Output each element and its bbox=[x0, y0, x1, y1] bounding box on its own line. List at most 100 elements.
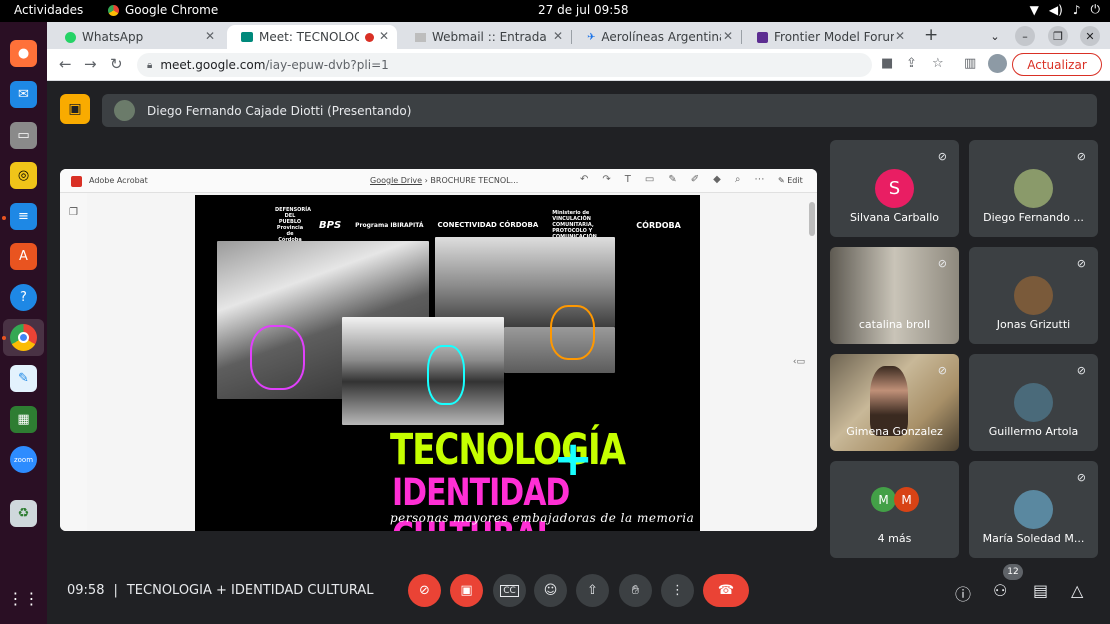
acrobat-sidebar: ❐ bbox=[60, 193, 87, 531]
new-tab-button[interactable]: + bbox=[924, 25, 938, 45]
text-editor-icon[interactable]: ✎ bbox=[10, 365, 37, 392]
apps-grid-icon[interactable]: ⋮⋮ bbox=[8, 585, 40, 612]
reload-icon[interactable]: ↻ bbox=[110, 55, 123, 73]
avatar bbox=[1014, 490, 1053, 529]
rhythmbox-icon[interactable]: ◎ bbox=[10, 162, 37, 189]
acrobat-toolbar: Adobe Acrobat Google Drive › BROCHURE TE… bbox=[60, 169, 817, 193]
calc-icon[interactable]: ▦ bbox=[10, 406, 37, 433]
app-menu[interactable]: Google Chrome bbox=[108, 3, 218, 17]
bookmark-star-icon[interactable]: ☆ bbox=[932, 56, 944, 71]
window-close-button[interactable]: ✕ bbox=[1080, 26, 1100, 46]
participant-tile[interactable]: ⊘ Guillermo Artola bbox=[969, 354, 1098, 451]
firefox-icon[interactable]: ● bbox=[10, 40, 37, 67]
highlight-icon: ✎ bbox=[668, 174, 677, 185]
tab-strip: WhatsApp ✕ Meet: TECNOLOGÍ ✕ Webmail :: … bbox=[47, 22, 1110, 49]
close-icon[interactable]: ✕ bbox=[553, 29, 563, 43]
participant-tile[interactable]: ⊘ Gimena Gonzalez bbox=[830, 354, 959, 451]
tab-whatsapp[interactable]: WhatsApp ✕ bbox=[51, 25, 223, 49]
tab-separator bbox=[741, 30, 742, 44]
people-icon[interactable]: ⚇ bbox=[993, 581, 1007, 600]
mic-toggle-button[interactable]: ⊘ bbox=[408, 574, 441, 607]
browser-toolbar: ← → ↻ 🔒︎ meet.google.com/iay-epuw-dvb?pl… bbox=[47, 49, 1110, 81]
close-icon[interactable]: ✕ bbox=[379, 29, 389, 43]
more-participants-tile[interactable]: M M 4 más bbox=[830, 461, 959, 558]
clock[interactable]: 27 de jul 09:58 bbox=[538, 3, 629, 17]
thunderbird-icon[interactable]: ✉ bbox=[10, 81, 37, 108]
hang-up-icon: ☎ bbox=[717, 583, 735, 598]
collapse-panel-icon: ‹▭ bbox=[792, 357, 805, 367]
captions-button[interactable]: CC bbox=[493, 574, 526, 607]
close-icon[interactable]: ✕ bbox=[723, 29, 733, 43]
meeting-separator: | bbox=[113, 583, 118, 598]
camera-toggle-button[interactable]: ▣ bbox=[450, 574, 483, 607]
activities-icon[interactable]: △ bbox=[1071, 581, 1083, 600]
acrobat-tools: ↶ ↷ T ▭ ✎ ✐ ◆ ⌕ ⋯ bbox=[580, 174, 764, 185]
tab-search-icon[interactable]: ⌄ bbox=[985, 26, 1005, 46]
files-icon[interactable]: ▭ bbox=[10, 122, 37, 149]
meet-stage: ▣ Diego Fernando Cajade Diotti (Presenta… bbox=[47, 81, 1110, 624]
help-icon[interactable]: ? bbox=[10, 284, 37, 311]
avatar: M bbox=[894, 487, 919, 512]
raise-hand-button[interactable]: ✋︎ bbox=[619, 574, 652, 607]
participant-tile[interactable]: ⊘ catalina broll bbox=[830, 247, 959, 344]
running-indicator bbox=[2, 336, 6, 340]
close-icon[interactable]: ✕ bbox=[205, 29, 215, 43]
participant-name: Silvana Carballo bbox=[849, 211, 940, 224]
tab-webmail[interactable]: Webmail :: Entrada ✕ bbox=[401, 25, 571, 49]
drive-link: Google Drive bbox=[370, 176, 423, 185]
maximize-button[interactable]: ❐ bbox=[1048, 26, 1068, 46]
meet-icon bbox=[241, 32, 253, 42]
logo-conectividad: CONECTIVIDAD CÓRDOBA bbox=[437, 221, 539, 229]
mic-off-icon: ⊘ bbox=[1076, 257, 1086, 270]
camera-icon[interactable]: ■ bbox=[881, 56, 893, 71]
whatsapp-icon bbox=[65, 31, 76, 43]
reactions-button[interactable]: ☺ bbox=[534, 574, 567, 607]
meeting-info: 09:58 | TECNOLOGIA + IDENTIDAD CULTURAL bbox=[67, 583, 374, 598]
more-options-button[interactable]: ⋮ bbox=[661, 574, 694, 607]
undo-icon: ↶ bbox=[580, 174, 589, 185]
stop-presenting-icon[interactable]: ▣ bbox=[60, 94, 90, 124]
writer-icon[interactable]: ≡ bbox=[10, 203, 37, 230]
eraser-icon: ◆ bbox=[713, 174, 721, 185]
side-panel-icon[interactable]: ▥ bbox=[964, 56, 976, 71]
tab-aerolineas[interactable]: ✈ Aerolíneas Argentinas ✕ bbox=[573, 25, 741, 49]
present-button[interactable]: ⇧ bbox=[576, 574, 609, 607]
software-icon[interactable]: A bbox=[10, 243, 37, 270]
text-tool-icon: T bbox=[624, 174, 631, 185]
zoom-icon[interactable]: zoom bbox=[10, 446, 37, 473]
logo-ibirapita: Programa IBIRAPITÁ bbox=[355, 221, 424, 229]
mail-icon bbox=[415, 32, 426, 42]
participant-name: Guillermo Artola bbox=[988, 425, 1079, 438]
system-status-area[interactable]: ▼ ◀) ♪ ⏻ bbox=[1030, 2, 1100, 17]
participant-tile[interactable]: ⊘ Diego Fernando ... bbox=[969, 140, 1098, 237]
chrome-icon[interactable] bbox=[10, 324, 37, 351]
update-button[interactable]: Actualizar bbox=[1012, 53, 1102, 76]
participant-name: catalina broll bbox=[858, 318, 931, 331]
chat-icon[interactable]: ▤ bbox=[1033, 581, 1048, 600]
back-icon[interactable]: ← bbox=[59, 55, 72, 73]
activities-button[interactable]: Actividades bbox=[14, 3, 83, 17]
minimize-button[interactable]: – bbox=[1015, 26, 1035, 46]
edit-label: Edit bbox=[787, 176, 803, 185]
participant-tile[interactable]: ⊘ S Silvana Carballo bbox=[830, 140, 959, 237]
info-icon[interactable]: ⓘ bbox=[955, 581, 971, 605]
wifi-icon: ▼ bbox=[1029, 2, 1039, 17]
leave-call-button[interactable]: ☎ bbox=[703, 574, 749, 607]
avatar: M bbox=[871, 487, 896, 512]
participant-tile[interactable]: ⊘ María Soledad M... bbox=[969, 461, 1098, 558]
address-bar[interactable]: 🔒︎ meet.google.com/iay-epuw-dvb?pli=1 bbox=[137, 53, 872, 77]
tab-label: Webmail :: Entrada bbox=[432, 30, 547, 44]
camera-off-icon: ▣ bbox=[460, 583, 473, 598]
trash-icon[interactable]: ♻ bbox=[10, 500, 37, 527]
forward-icon[interactable]: → bbox=[84, 55, 97, 73]
brochure-page: DEFENSORÍA DEL PUEBLO Provincia de Córdo… bbox=[195, 195, 700, 531]
profile-avatar[interactable] bbox=[988, 54, 1007, 73]
participant-tile[interactable]: ⊘ Jonas Grizutti bbox=[969, 247, 1098, 344]
participant-name: María Soledad M... bbox=[982, 532, 1085, 545]
tab-meet[interactable]: Meet: TECNOLOGÍ ✕ bbox=[227, 25, 397, 49]
tab-frontier[interactable]: Frontier Model Forum ✕ bbox=[743, 25, 913, 49]
close-icon[interactable]: ✕ bbox=[895, 29, 905, 43]
logo-bps: BPS bbox=[319, 219, 342, 231]
share-icon[interactable]: ⇪ bbox=[906, 56, 917, 71]
participant-name: Jonas Grizutti bbox=[996, 318, 1071, 331]
